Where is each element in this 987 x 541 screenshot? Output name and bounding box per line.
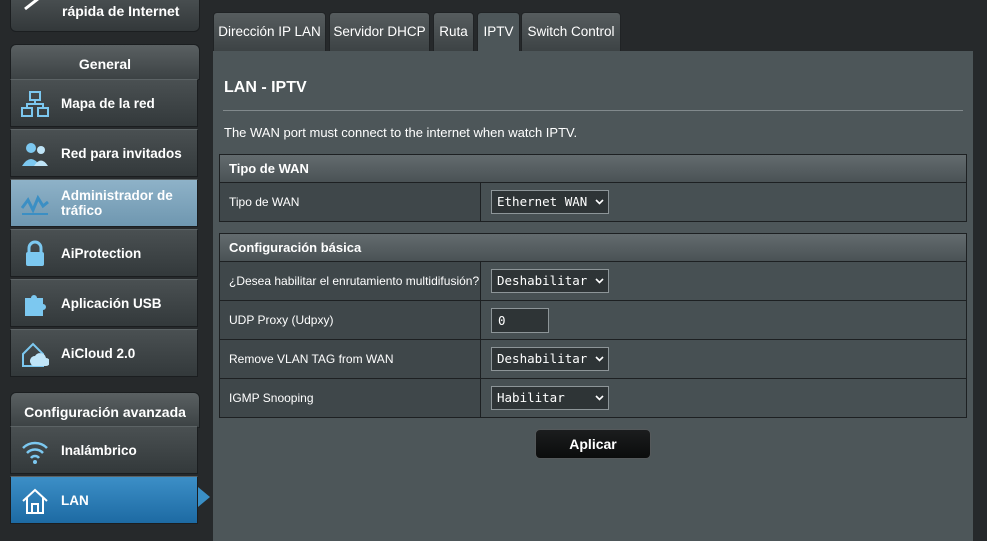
sidebar-item-guest-network[interactable]: Red para invitados <box>10 129 198 177</box>
cloud-house-icon <box>22 342 49 367</box>
network-map-icon <box>21 91 49 117</box>
lock-icon <box>26 240 44 266</box>
sidebar-item-lan[interactable]: LAN <box>10 476 198 524</box>
chevron-down-icon <box>595 395 604 401</box>
udp-proxy-input[interactable]: 0 <box>491 307 549 333</box>
sidebar-item-label: AiProtection <box>61 245 142 261</box>
wan-type-select[interactable]: Ethernet WAN <box>491 190 609 214</box>
tab-lan-ip[interactable]: Dirección IP LAN <box>213 12 326 52</box>
remove-vlan-tag-value: Deshabilitar <box>497 351 588 366</box>
tab-iptv[interactable]: IPTV <box>477 12 520 52</box>
sidebar-item-label: Inalámbrico <box>61 442 137 458</box>
magic-wand-icon <box>24 0 40 11</box>
sidebar-item-traffic-manager[interactable]: Administrador de tráfico <box>10 179 198 227</box>
traffic-manager-icon <box>21 194 49 215</box>
page-title: LAN - IPTV <box>224 79 307 96</box>
chevron-down-icon <box>595 199 604 205</box>
basic-config-header: Configuración básica <box>220 234 966 262</box>
sidebar-item-label: AiCloud 2.0 <box>61 345 136 361</box>
puzzle-icon <box>25 295 46 316</box>
sidebar-item-label: LAN <box>61 492 89 508</box>
title-divider <box>223 110 963 111</box>
wan-type-header: Tipo de WAN <box>220 155 966 183</box>
sidebar-item-wireless[interactable]: Inalámbrico <box>10 426 198 474</box>
sidebar-item-aiprotection[interactable]: AiProtection <box>10 229 198 277</box>
apply-button[interactable]: Aplicar <box>535 429 651 459</box>
chevron-down-icon <box>595 356 604 362</box>
multicast-routing-label: ¿Desea habilitar el enrutamiento multidi… <box>220 262 481 300</box>
wan-type-table: Tipo de WAN Tipo de WAN Ethernet WAN <box>219 154 967 222</box>
house-icon <box>22 488 48 514</box>
table-row: IGMP Snooping Habilitar <box>220 379 966 417</box>
chevron-down-icon <box>595 278 604 284</box>
sidebar-item-label: Aplicación USB <box>61 295 162 311</box>
quick-setup-label: rápida de Internet <box>62 3 180 19</box>
sidebar-item-network-map[interactable]: Mapa de la red <box>10 79 198 127</box>
multicast-routing-value: Deshabilitar <box>497 273 588 288</box>
guest-network-icon <box>22 143 48 166</box>
igmp-snooping-label: IGMP Snooping <box>220 379 481 417</box>
udp-proxy-label: UDP Proxy (Udpxy) <box>220 301 481 339</box>
table-row: ¿Desea habilitar el enrutamiento multidi… <box>220 262 966 301</box>
advanced-header: Configuración avanzada <box>10 392 200 428</box>
basic-config-table: Configuración básica ¿Desea habilitar el… <box>219 233 967 418</box>
tab-dhcp-server[interactable]: Servidor DHCP <box>329 12 430 52</box>
general-header: General <box>10 44 200 80</box>
page-description: The WAN port must connect to the interne… <box>224 125 578 140</box>
table-row: UDP Proxy (Udpxy) 0 <box>220 301 966 340</box>
remove-vlan-tag-label: Remove VLAN TAG from WAN <box>220 340 481 378</box>
sidebar-item-label: Red para invitados <box>61 145 182 161</box>
remove-vlan-tag-select[interactable]: Deshabilitar <box>491 347 609 371</box>
sidebar-item-label: Mapa de la red <box>61 95 155 111</box>
sidebar-item-aicloud[interactable]: AiCloud 2.0 <box>10 329 198 377</box>
igmp-snooping-value: Habilitar <box>497 390 565 405</box>
main-panel: LAN - IPTV The WAN port must connect to … <box>213 51 973 541</box>
multicast-routing-select[interactable]: Deshabilitar <box>491 269 609 293</box>
active-indicator-arrow <box>198 487 210 507</box>
tab-switch-control[interactable]: Switch Control <box>521 12 621 52</box>
igmp-snooping-select[interactable]: Habilitar <box>491 386 609 410</box>
quick-setup-item[interactable]: rápida de Internet <box>10 0 200 32</box>
sidebar-item-label: Administrador de tráfico <box>61 188 173 218</box>
sidebar-item-usb-application[interactable]: Aplicación USB <box>10 279 198 327</box>
wan-type-value: Ethernet WAN <box>497 194 588 209</box>
tab-route[interactable]: Ruta <box>433 12 474 52</box>
table-row: Remove VLAN TAG from WAN Deshabilitar <box>220 340 966 379</box>
wifi-icon <box>22 441 48 464</box>
wan-type-label: Tipo de WAN <box>220 183 481 221</box>
table-row: Tipo de WAN Ethernet WAN <box>220 183 966 221</box>
